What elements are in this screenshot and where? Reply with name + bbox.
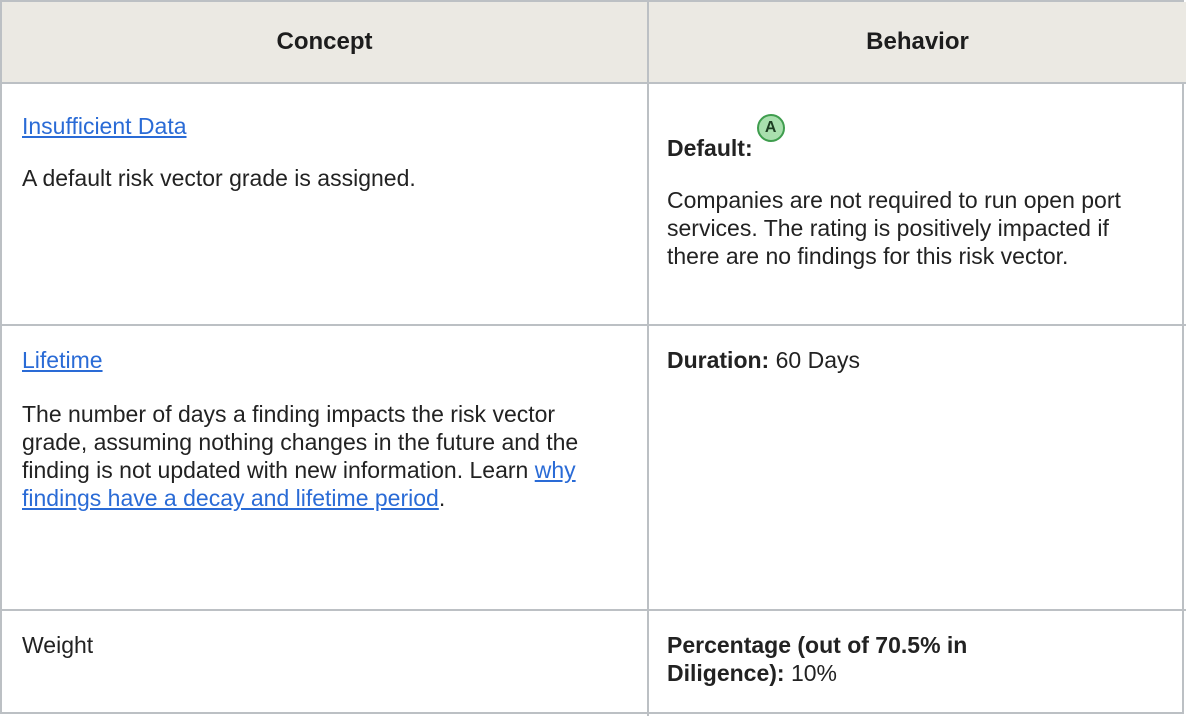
table-row: Insufficient Data A default risk vector …	[2, 84, 1186, 326]
behavior-description: Companies are not required to run open p…	[667, 187, 1121, 269]
concept-description: The number of days a finding impacts the…	[22, 401, 579, 511]
table-header-row: Concept Behavior	[2, 2, 1186, 84]
behavior-cell: Percentage (out of 70.5% in Diligence): …	[649, 611, 1186, 716]
default-label: Default:	[667, 135, 753, 161]
weight-label: Weight	[22, 632, 94, 658]
header-concept: Concept	[276, 28, 373, 55]
concept-cell: Insufficient Data A default risk vector …	[2, 84, 647, 324]
behavior-cell: Default:A Companies are not required to …	[649, 84, 1186, 324]
table-frame: Concept Behavior Insufficient Data A def…	[0, 0, 1186, 716]
percentage-value: Percentage (out of 70.5% in Diligence): …	[667, 632, 968, 686]
table-row: Weight Percentage (out of 70.5% in Dilig…	[2, 611, 1186, 716]
default-grade: Default:A	[667, 114, 1167, 161]
lifetime-link[interactable]: Lifetime	[22, 346, 103, 374]
risk-vector-table: Concept Behavior Insufficient Data A def…	[0, 0, 1186, 719]
concept-cell: Weight	[2, 611, 647, 716]
duration-value: Duration: 60 Days	[667, 347, 860, 373]
behavior-cell: Duration: 60 Days	[649, 326, 1186, 609]
grade-a-badge-icon: A	[756, 114, 785, 142]
concept-description: A default risk vector grade is assigned.	[22, 165, 416, 191]
insufficient-data-link[interactable]: Insufficient Data	[22, 112, 187, 140]
concept-cell: Lifetime The number of days a finding im…	[2, 326, 647, 609]
table-row: Lifetime The number of days a finding im…	[2, 326, 1186, 611]
header-behavior: Behavior	[866, 28, 969, 55]
column-divider	[647, 2, 649, 716]
